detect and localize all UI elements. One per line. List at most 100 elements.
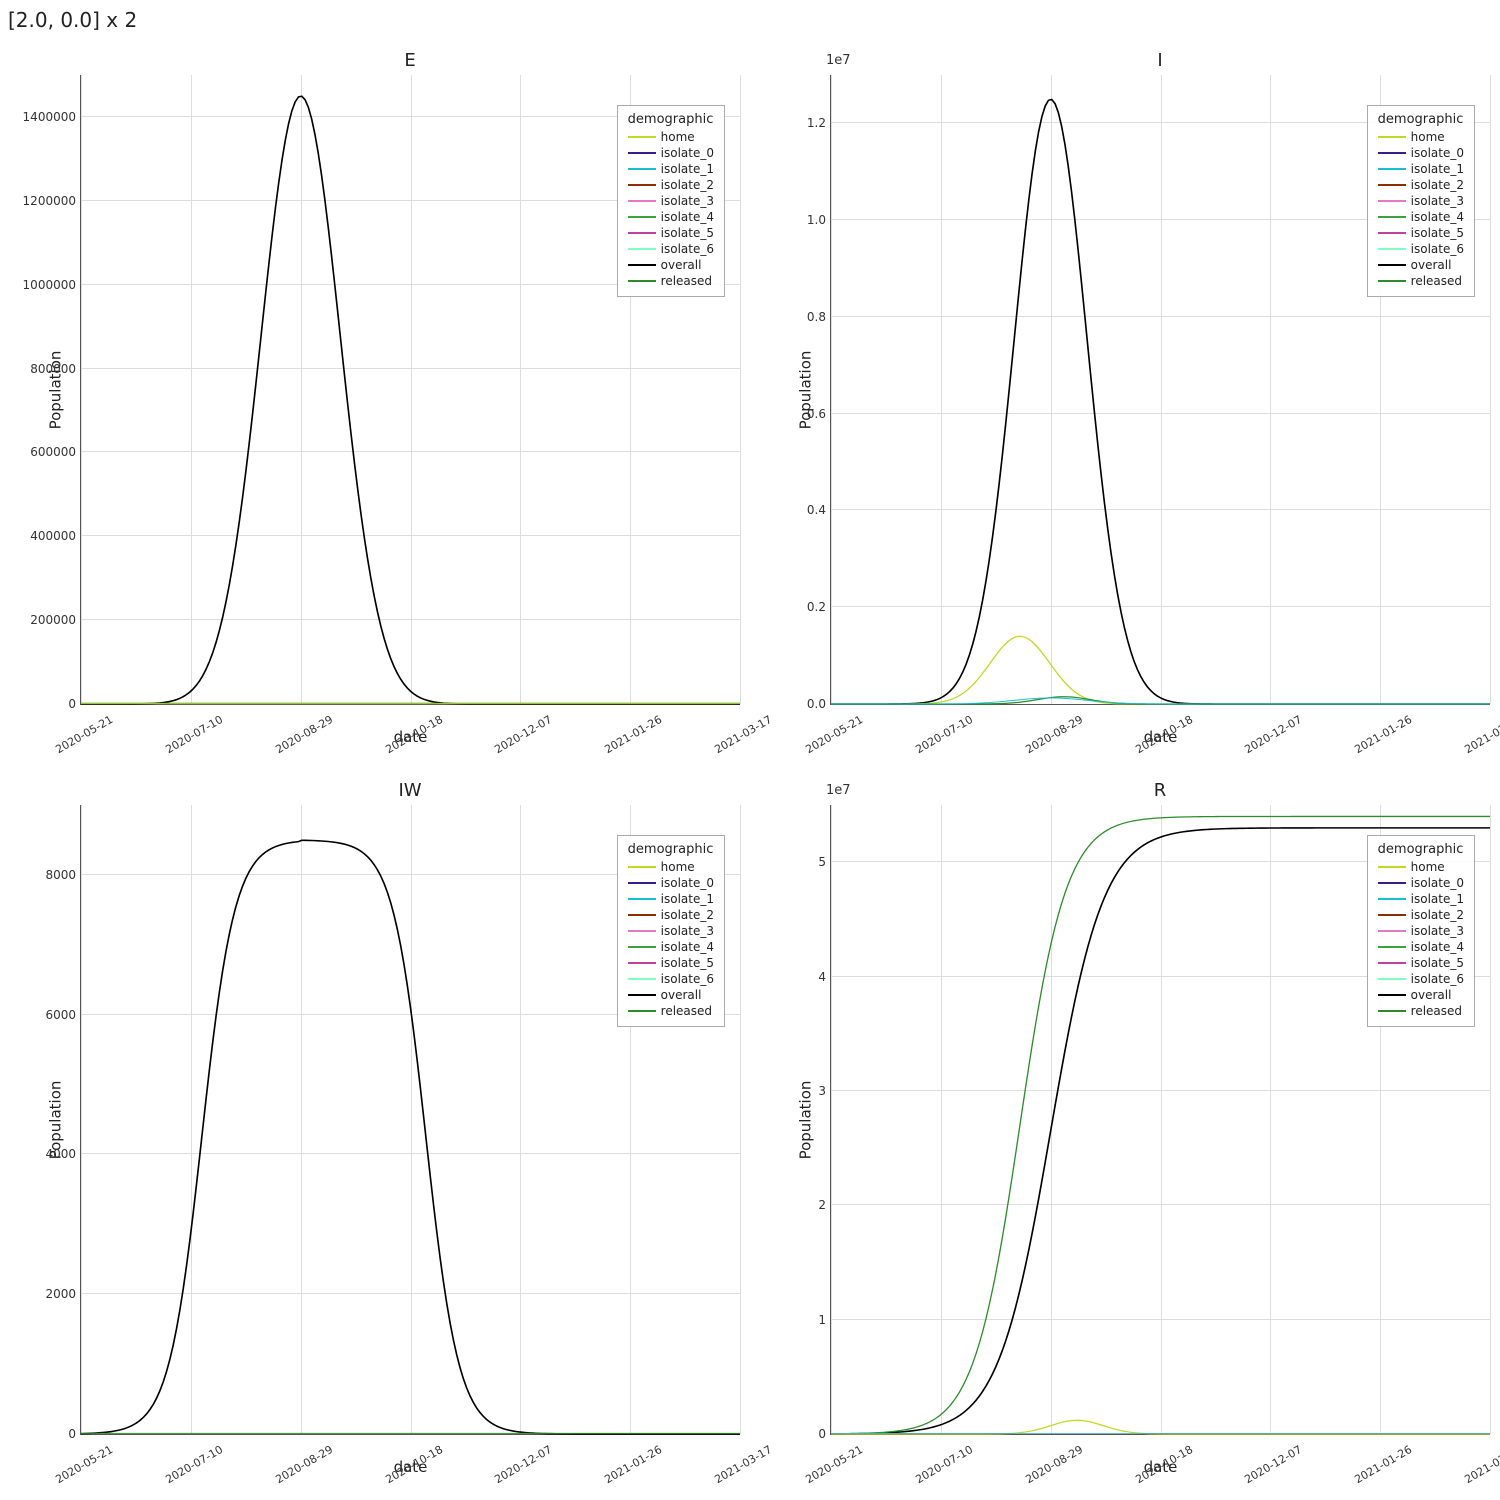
legend-item-E-7: isolate_6 (628, 242, 714, 256)
legend-item-I-4: isolate_3 (1378, 194, 1464, 208)
x-tick-R-5: 2021-01-26 (1352, 1443, 1414, 1486)
legend-item-R-4: isolate_3 (1378, 924, 1464, 938)
legend-item-E-8: overall (628, 258, 714, 272)
scale-label-I: 1e7 (826, 53, 851, 68)
y-tick-IW-0: 0 (68, 1427, 76, 1441)
chart-I: IPopulationdate1e70.00.20.40.60.81.01.22… (750, 40, 1500, 770)
legend-line-IW-4 (628, 930, 656, 932)
legend-line-I-0 (1378, 136, 1406, 138)
page-title: [2.0, 0.0] x 2 (8, 8, 137, 32)
y-tick-E-3: 600000 (30, 445, 76, 459)
x-tick-E-5: 2021-01-26 (602, 713, 664, 756)
legend-line-I-6 (1378, 232, 1406, 234)
x-tick-IW-2: 2020-08-29 (273, 1443, 335, 1486)
chart-area-E: Populationdate02000004000006000008000001… (80, 75, 740, 705)
legend-line-IW-6 (628, 962, 656, 964)
legend-item-E-9: released (628, 274, 714, 288)
x-tick-R-6: 2021-03-17 (1462, 1443, 1500, 1486)
legend-item-I-1: isolate_0 (1378, 146, 1464, 160)
legend-I: demographichomeisolate_0isolate_1isolate… (1367, 105, 1475, 297)
x-tick-E-1: 2020-07-10 (163, 713, 225, 756)
y-tick-I-1: 0.2 (807, 600, 826, 614)
x-tick-R-3: 2020-10-18 (1133, 1443, 1195, 1486)
legend-label-IW-2: isolate_1 (661, 892, 714, 906)
y-label-R: Population (796, 1080, 814, 1159)
legend-line-R-6 (1378, 962, 1406, 964)
legend-line-IW-7 (628, 978, 656, 980)
legend-line-I-8 (1378, 264, 1406, 266)
y-tick-R-2: 2 (818, 1198, 826, 1212)
legend-label-E-1: isolate_0 (661, 146, 714, 160)
legend-item-IW-0: home (628, 860, 714, 874)
legend-line-I-2 (1378, 168, 1406, 170)
legend-label-E-3: isolate_2 (661, 178, 714, 192)
legend-line-E-2 (628, 168, 656, 170)
legend-item-IW-6: isolate_5 (628, 956, 714, 970)
x-tick-I-5: 2021-01-26 (1352, 713, 1414, 756)
legend-label-I-9: released (1411, 274, 1462, 288)
scale-label-R: 1e7 (826, 783, 851, 798)
legend-line-IW-5 (628, 946, 656, 948)
legend-item-I-7: isolate_6 (1378, 242, 1464, 256)
x-tick-I-0: 2020-05-21 (803, 713, 865, 756)
y-tick-I-6: 1.2 (807, 116, 826, 130)
y-tick-E-6: 1200000 (23, 194, 76, 208)
chart-area-I: Populationdate1e70.00.20.40.60.81.01.220… (830, 75, 1490, 705)
legend-label-E-5: isolate_4 (661, 210, 714, 224)
y-tick-E-4: 800000 (30, 362, 76, 376)
legend-label-IW-6: isolate_5 (661, 956, 714, 970)
legend-line-IW-8 (628, 994, 656, 996)
chart-grid: E Populationdate0200000400000600000800000… (0, 40, 1500, 1500)
legend-line-R-1 (1378, 882, 1406, 884)
legend-label-R-5: isolate_4 (1411, 940, 1464, 954)
chart-E: E Populationdate0200000400000600000800000… (0, 40, 750, 770)
x-tick-I-1: 2020-07-10 (913, 713, 975, 756)
x-tick-R-4: 2020-12-07 (1243, 1443, 1305, 1486)
legend-IW: demographichomeisolate_0isolate_1isolate… (617, 835, 725, 1027)
legend-label-I-3: isolate_2 (1411, 178, 1464, 192)
y-tick-E-0: 0 (68, 697, 76, 711)
legend-label-I-7: isolate_6 (1411, 242, 1464, 256)
legend-line-R-9 (1378, 1010, 1406, 1012)
x-tick-E-4: 2020-12-07 (493, 713, 555, 756)
legend-item-IW-8: overall (628, 988, 714, 1002)
legend-line-E-6 (628, 232, 656, 234)
y-tick-R-3: 3 (818, 1084, 826, 1098)
legend-line-R-5 (1378, 946, 1406, 948)
legend-item-R-9: released (1378, 1004, 1464, 1018)
x-tick-IW-1: 2020-07-10 (163, 1443, 225, 1486)
x-tick-R-2: 2020-08-29 (1023, 1443, 1085, 1486)
legend-item-R-7: isolate_6 (1378, 972, 1464, 986)
legend-item-I-6: isolate_5 (1378, 226, 1464, 240)
legend-line-R-4 (1378, 930, 1406, 932)
legend-label-R-2: isolate_1 (1411, 892, 1464, 906)
legend-label-R-3: isolate_2 (1411, 908, 1464, 922)
legend-label-I-6: isolate_5 (1411, 226, 1464, 240)
chart-area-R: Populationdate1e70123452020-05-212020-07… (830, 805, 1490, 1435)
legend-line-E-0 (628, 136, 656, 138)
legend-line-R-0 (1378, 866, 1406, 868)
legend-label-R-8: overall (1411, 988, 1452, 1002)
legend-item-IW-1: isolate_0 (628, 876, 714, 890)
legend-item-I-8: overall (1378, 258, 1464, 272)
x-tick-IW-0: 2020-05-21 (53, 1443, 115, 1486)
legend-item-IW-3: isolate_2 (628, 908, 714, 922)
x-tick-R-1: 2020-07-10 (913, 1443, 975, 1486)
y-tick-IW-4: 8000 (45, 868, 76, 882)
legend-item-E-6: isolate_5 (628, 226, 714, 240)
legend-label-E-0: home (661, 130, 695, 144)
legend-line-I-1 (1378, 152, 1406, 154)
legend-item-IW-5: isolate_4 (628, 940, 714, 954)
legend-label-IW-9: released (661, 1004, 712, 1018)
legend-item-R-3: isolate_2 (1378, 908, 1464, 922)
chart-title-IW: IW (80, 780, 740, 801)
legend-item-E-0: home (628, 130, 714, 144)
legend-title-R: demographic (1378, 842, 1464, 857)
y-tick-I-5: 1.0 (807, 213, 826, 227)
legend-line-IW-1 (628, 882, 656, 884)
legend-item-I-2: isolate_1 (1378, 162, 1464, 176)
legend-label-I-8: overall (1411, 258, 1452, 272)
legend-label-IW-7: isolate_6 (661, 972, 714, 986)
legend-item-I-5: isolate_4 (1378, 210, 1464, 224)
chart-title-E: E (80, 50, 740, 71)
